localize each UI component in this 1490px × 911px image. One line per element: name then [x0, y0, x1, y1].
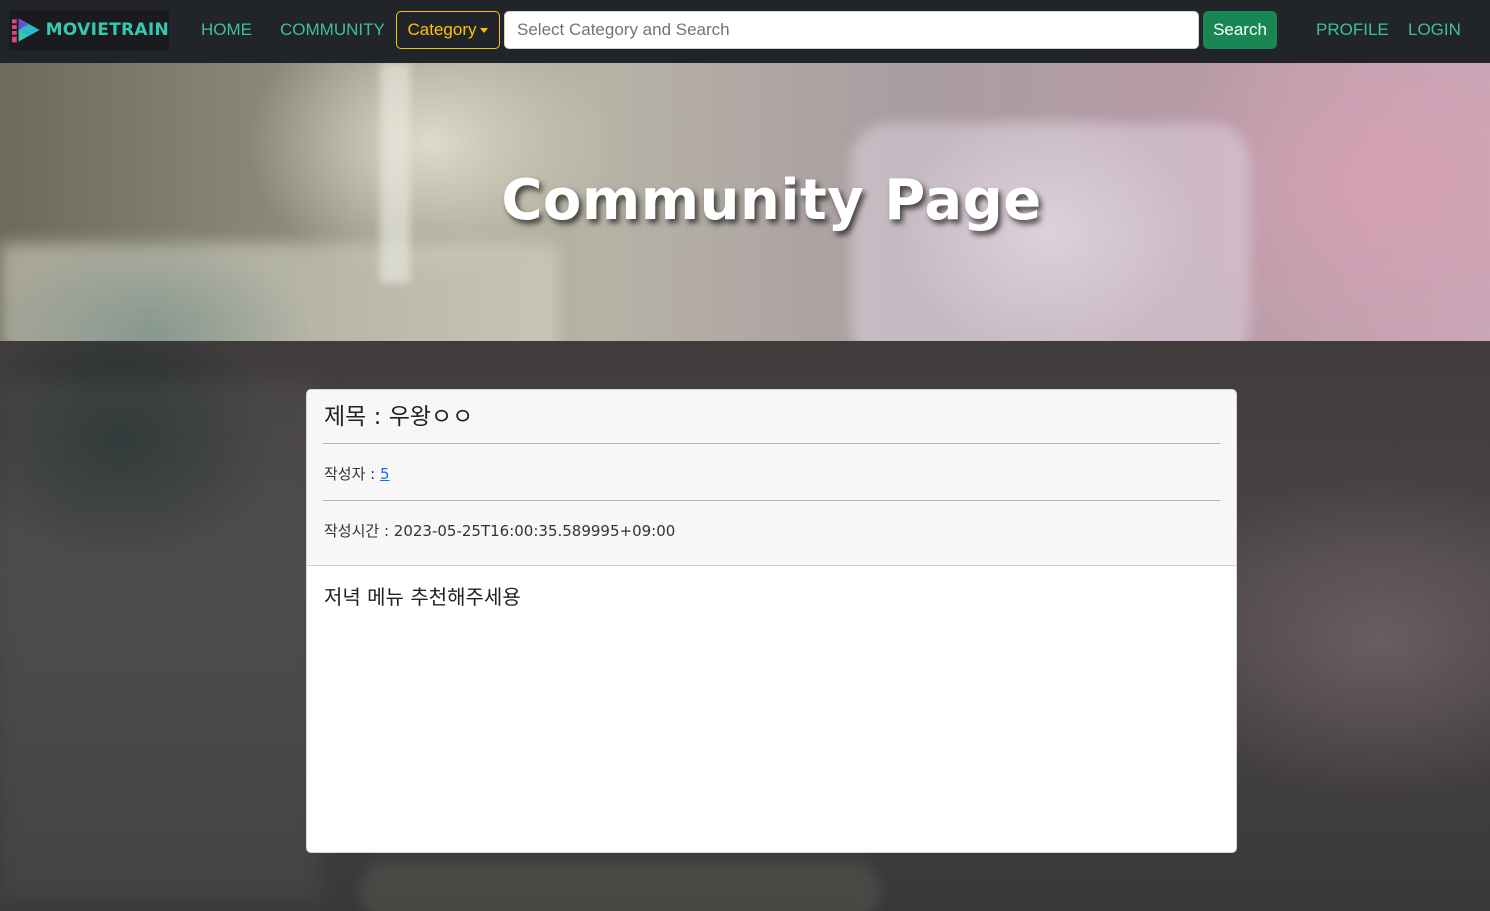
- search-input[interactable]: [504, 11, 1199, 49]
- search-button[interactable]: Search: [1203, 11, 1277, 49]
- post-header: 제목 : 우왕ㅇㅇ 작성자 : 5 작성시간 : 2023-05-25T16:0…: [307, 390, 1236, 566]
- background-blur: [360, 861, 880, 911]
- nav-login-link[interactable]: LOGIN: [1408, 20, 1461, 40]
- post-author: 작성자 : 5: [324, 463, 390, 484]
- hero-banner: Community Page: [0, 63, 1490, 341]
- nav-profile-link[interactable]: PROFILE: [1316, 20, 1389, 40]
- category-label: Category: [407, 20, 477, 39]
- page-title: Community Page: [501, 168, 1042, 233]
- author-label: 작성자 :: [324, 465, 380, 483]
- post-card: 제목 : 우왕ㅇㅇ 작성자 : 5 작성시간 : 2023-05-25T16:0…: [306, 389, 1237, 853]
- post-content: 저녁 메뉴 추천해주세용: [324, 585, 521, 609]
- logo-play-icon: [11, 17, 40, 43]
- divider: [323, 443, 1220, 444]
- divider: [323, 500, 1220, 501]
- background-blur: [0, 381, 320, 901]
- post-created-time: 작성시간 : 2023-05-25T16:00:35.589995+09:00: [324, 522, 676, 540]
- navbar: MOVIETRAIN HOME COMMUNITY Category Searc…: [0, 0, 1490, 63]
- nav-home-link[interactable]: HOME: [201, 20, 252, 40]
- logo-text: MOVIETRAIN: [45, 20, 169, 40]
- post-title: 제목 : 우왕ㅇㅇ: [324, 404, 474, 430]
- category-dropdown-button[interactable]: Category: [396, 11, 500, 49]
- nav-community-link[interactable]: COMMUNITY: [280, 20, 385, 40]
- site-logo[interactable]: MOVIETRAIN: [9, 10, 169, 50]
- hero-background-blur: [0, 243, 560, 341]
- author-link[interactable]: 5: [380, 465, 390, 483]
- caret-down-icon: [480, 28, 489, 33]
